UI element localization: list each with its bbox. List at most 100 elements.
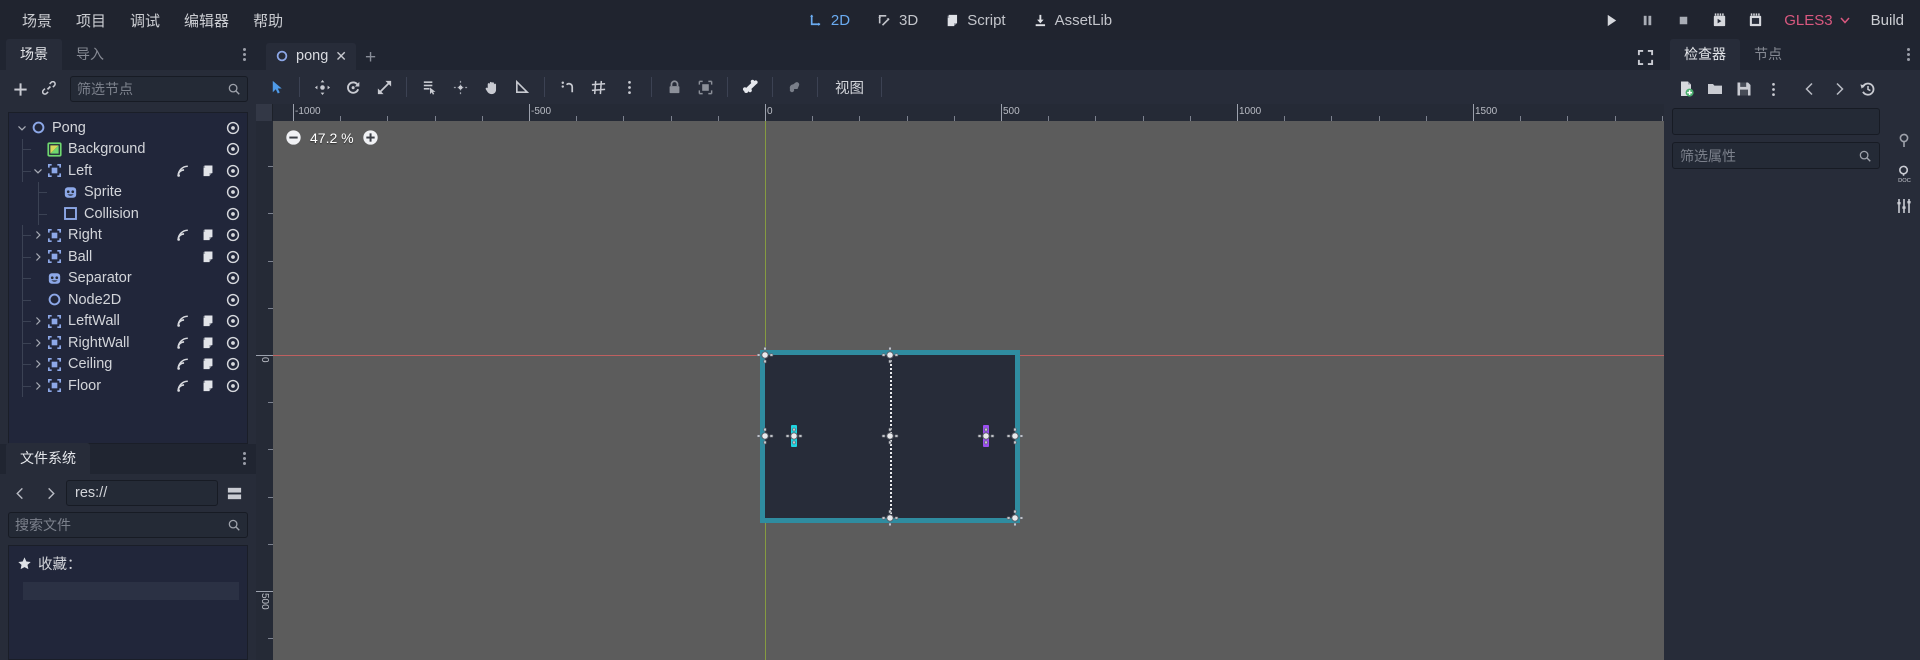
visibility-eye-icon[interactable] [225,141,241,157]
dock-tab-filesystem[interactable]: 文件系统 [6,443,90,474]
script-icon[interactable] [200,227,216,243]
chevron-right-icon[interactable] [31,357,45,371]
chevron-right-icon[interactable] [31,250,45,264]
tree-item-pong[interactable]: Pong [9,117,247,139]
signal-icon[interactable] [175,163,191,179]
visibility-eye-icon[interactable] [225,356,241,372]
tree-item-sprite[interactable]: Sprite [9,182,247,204]
pause-button[interactable] [1630,5,1664,35]
dock-tab-node[interactable]: 节点 [1740,39,1796,70]
tree-item-background[interactable]: Background [9,139,247,161]
list-select-tool[interactable] [414,74,444,100]
anchor-handle-bottom-center[interactable] [882,509,899,526]
visibility-eye-icon[interactable] [225,378,241,394]
scene-tab-pong[interactable]: pong ✕ [266,43,356,70]
add-node-button[interactable] [6,76,34,102]
select-tool[interactable] [262,74,292,100]
dock-tab-scene[interactable]: 场景 [6,39,62,70]
menu-editor[interactable]: 编辑器 [172,5,241,36]
visibility-eye-icon[interactable] [225,120,241,136]
filesystem-back-button[interactable] [6,480,34,506]
filesystem-search-input[interactable]: 搜索文件 [8,512,248,538]
tab-3d[interactable]: 3D [865,7,929,34]
build-button[interactable]: Build [1861,8,1914,33]
tree-item-collision[interactable]: Collision [9,203,247,225]
anchor-handle-left-paddle[interactable] [785,428,802,445]
favorites-item[interactable] [23,582,239,600]
snap-mode-toggle[interactable] [552,74,582,100]
filter-nodes-input[interactable]: 筛选节点 [70,76,248,102]
history-forward-button[interactable] [1825,76,1853,102]
menu-scene[interactable]: 场景 [10,5,64,36]
chevron-down-icon[interactable] [31,164,45,178]
tree-item-leftwall[interactable]: LeftWall [9,311,247,333]
anchor-handle-center[interactable] [882,428,899,445]
tab-2d[interactable]: 2D [797,7,861,34]
grid-snap-toggle[interactable] [583,74,613,100]
inspector-resource-field[interactable] [1672,108,1880,135]
script-icon[interactable] [200,249,216,265]
play-custom-scene-button[interactable] [1738,5,1772,35]
signal-icon[interactable] [175,227,191,243]
visibility-eye-icon[interactable] [225,206,241,222]
history-menu-button[interactable] [1854,76,1882,102]
visibility-eye-icon[interactable] [225,184,241,200]
filesystem-forward-button[interactable] [36,480,64,506]
dock-tab-inspector[interactable]: 检查器 [1670,39,1740,70]
tree-item-separator[interactable]: Separator [9,268,247,290]
tree-item-ball[interactable]: Ball [9,246,247,268]
rotate-tool[interactable] [338,74,368,100]
scene-dock-menu-button[interactable] [243,48,246,61]
anchor-handle-left-center[interactable] [757,428,774,445]
visibility-eye-icon[interactable] [225,249,241,265]
inspector-dock-menu-button[interactable] [1907,48,1910,61]
filesystem-path-field[interactable]: res:// [66,480,218,506]
open-docs-button[interactable]: DOC [1895,164,1914,183]
chevron-right-icon[interactable] [31,314,45,328]
ruler-tool[interactable] [507,74,537,100]
chevron-right-icon[interactable] [31,379,45,393]
open-resource-button[interactable] [1701,76,1729,102]
skeleton-bone-button[interactable] [735,74,765,100]
menu-debug[interactable]: 调试 [118,5,172,36]
anchor-handle-top-left[interactable] [757,347,774,364]
filesystem-dock-menu-button[interactable] [243,452,246,465]
script-icon[interactable] [200,313,216,329]
filter-properties-input[interactable]: 筛选属性 [1672,142,1880,169]
signal-icon[interactable] [175,313,191,329]
new-scene-tab-button[interactable]: + [365,48,376,70]
chevron-right-icon[interactable] [31,228,45,242]
dock-tab-import[interactable]: 导入 [62,39,118,70]
script-icon[interactable] [200,356,216,372]
scene-tree[interactable]: PongBackgroundLeftSpriteCollisionRightBa… [8,112,248,444]
tab-assetlib[interactable]: AssetLib [1021,7,1124,34]
history-back-button[interactable] [1796,76,1824,102]
scale-tool[interactable] [369,74,399,100]
snap-options-menu[interactable] [614,74,644,100]
chevron-right-icon[interactable] [31,336,45,350]
move-tool[interactable] [307,74,337,100]
anchor-handle-bottom-right-x[interactable] [1007,509,1024,526]
lock-button[interactable] [659,74,689,100]
menu-project[interactable]: 项目 [64,5,118,36]
anchor-handle-right-center[interactable] [1007,428,1024,445]
tree-item-left[interactable]: Left [9,160,247,182]
chevron-down-icon[interactable] [15,121,29,135]
signal-icon[interactable] [175,335,191,351]
vertical-ruler[interactable]: 0500 [256,121,273,660]
visibility-eye-icon[interactable] [225,292,241,308]
zoom-out-button[interactable] [285,129,302,146]
ruler-corner[interactable] [256,104,273,121]
scene-tab-close-button[interactable]: ✕ [335,49,347,63]
filesystem-layout-toggle[interactable] [220,480,248,506]
new-resource-button[interactable] [1672,76,1700,102]
visibility-eye-icon[interactable] [225,163,241,179]
distraction-free-button[interactable] [1637,49,1654,66]
tree-item-ceiling[interactable]: Ceiling [9,354,247,376]
script-icon[interactable] [200,163,216,179]
tree-item-node2d[interactable]: Node2D [9,289,247,311]
visibility-eye-icon[interactable] [225,227,241,243]
tree-item-rightwall[interactable]: RightWall [9,332,247,354]
play-button[interactable] [1594,5,1628,35]
stop-button[interactable] [1666,5,1700,35]
